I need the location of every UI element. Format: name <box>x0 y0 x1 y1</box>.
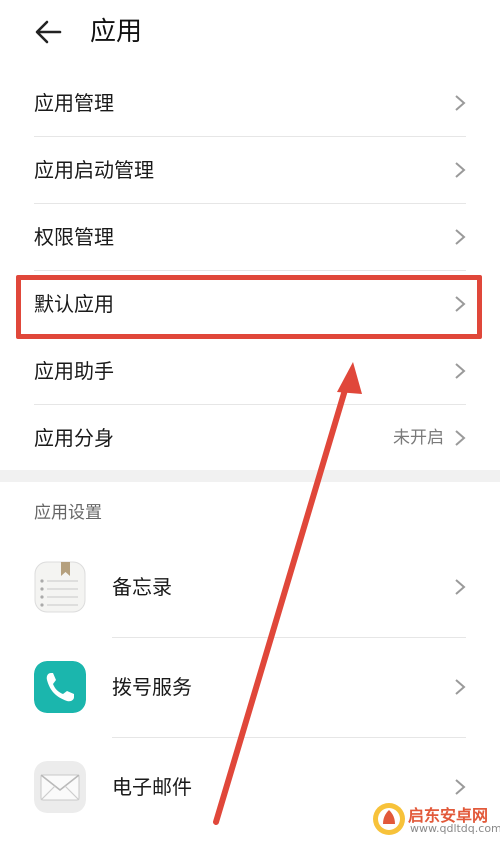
notes-icon <box>34 561 86 613</box>
highlight-box <box>16 275 482 339</box>
chevron-right-icon <box>455 579 466 595</box>
watermark: 启东安卓网 www.qdltdq.com <box>370 800 500 840</box>
page-title: 应用 <box>90 17 143 47</box>
menu-item-label: 应用管理 <box>34 91 114 115</box>
app-item-label: 拨号服务 <box>112 675 192 699</box>
chevron-right-icon <box>455 779 466 795</box>
watermark-url: www.qdltdq.com <box>410 822 500 835</box>
watermark-logo-icon <box>373 803 405 835</box>
chevron-right-icon <box>455 363 466 379</box>
section-separator <box>0 470 500 482</box>
menu-item-app-assistant[interactable]: 应用助手 <box>34 338 466 404</box>
app-item-notes[interactable]: 备忘录 <box>34 537 466 637</box>
app-header: 应用 <box>0 0 500 66</box>
chevron-right-icon <box>455 162 466 178</box>
menu-item-label: 权限管理 <box>34 225 114 249</box>
mail-icon <box>34 761 86 813</box>
phone-icon <box>34 661 86 713</box>
app-item-label: 电子邮件 <box>112 775 192 799</box>
menu-item-app-launch[interactable]: 应用启动管理 <box>34 137 466 203</box>
menu-item-app-twin[interactable]: 应用分身 未开启 <box>34 405 466 471</box>
app-item-label: 备忘录 <box>112 575 172 599</box>
app-item-dialer[interactable]: 拨号服务 <box>34 637 466 737</box>
menu-item-label: 应用启动管理 <box>34 158 154 182</box>
chevron-right-icon <box>455 679 466 695</box>
chevron-right-icon <box>455 430 466 446</box>
back-arrow-icon[interactable] <box>30 16 66 48</box>
menu-item-label: 应用助手 <box>34 359 114 383</box>
chevron-right-icon <box>455 95 466 111</box>
status-text: 未开启 <box>393 428 444 448</box>
section-title: 应用设置 <box>34 503 102 523</box>
menu-item-permissions[interactable]: 权限管理 <box>34 204 466 270</box>
menu-item-app-management[interactable]: 应用管理 <box>34 70 466 136</box>
chevron-right-icon <box>455 229 466 245</box>
menu-item-label: 应用分身 <box>34 426 114 450</box>
